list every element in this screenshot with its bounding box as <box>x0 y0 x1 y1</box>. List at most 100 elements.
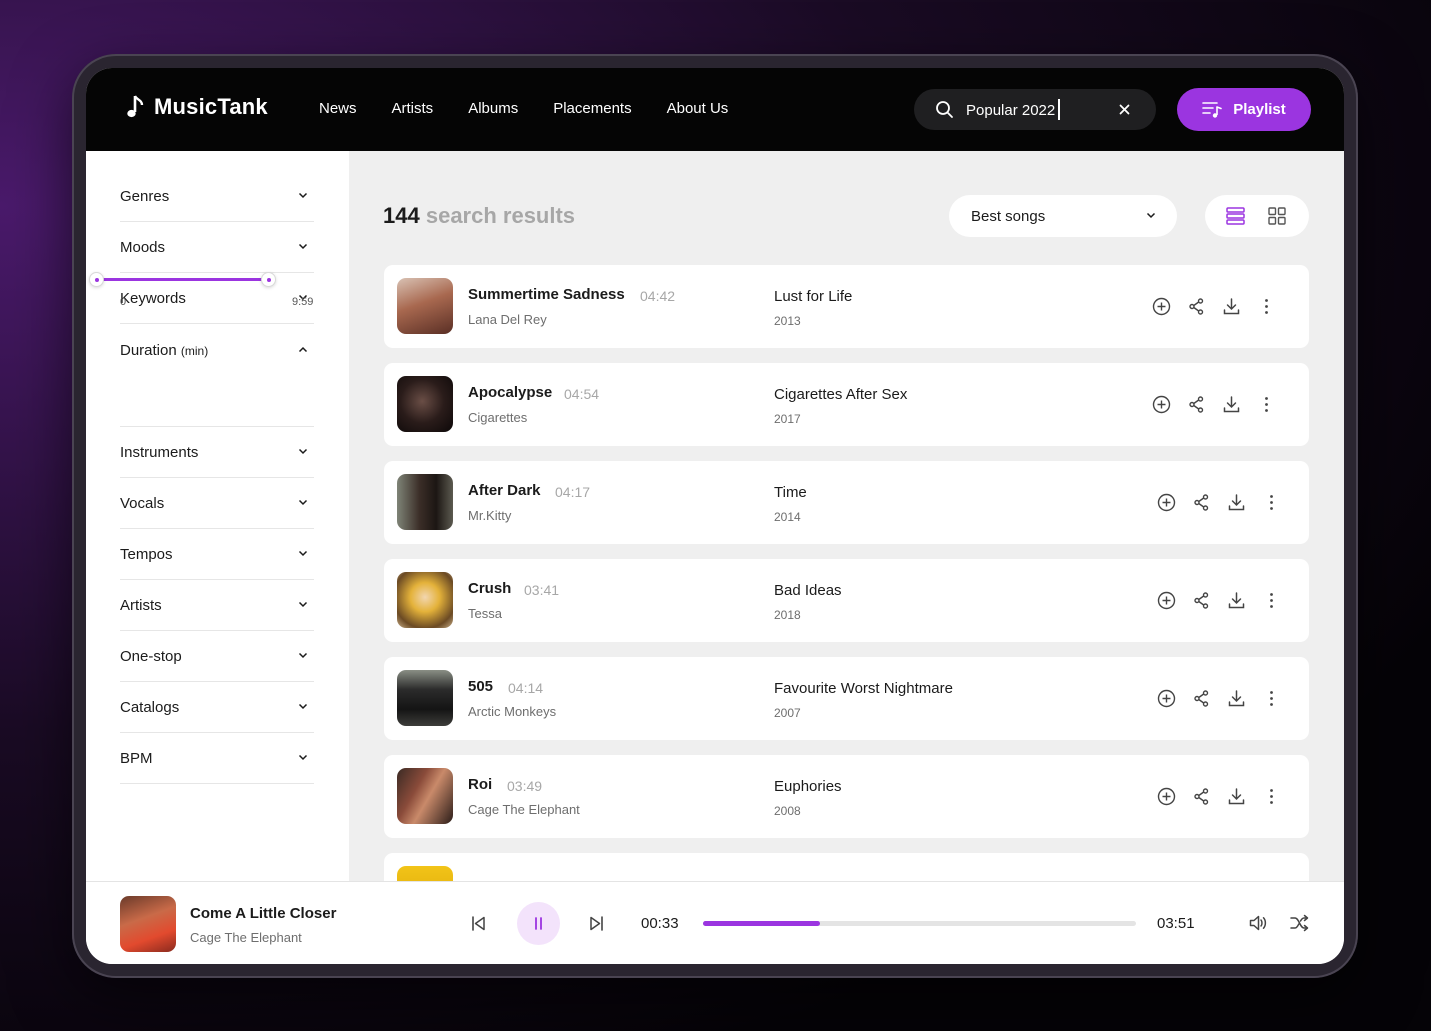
volume-icon[interactable] <box>1248 913 1268 933</box>
add-icon[interactable] <box>1157 689 1176 708</box>
share-icon[interactable] <box>1192 493 1211 512</box>
song-artist[interactable]: Cage The Elephant <box>468 802 580 817</box>
album-name[interactable]: Favourite Worst Nightmare <box>774 680 953 697</box>
filter-instruments[interactable]: Instruments <box>120 427 314 478</box>
list-view-icon[interactable] <box>1226 207 1245 225</box>
filter-one-stop[interactable]: One-stop <box>120 631 314 682</box>
share-icon[interactable] <box>1192 591 1211 610</box>
download-icon[interactable] <box>1222 297 1241 316</box>
song-artist[interactable]: Arctic Monkeys <box>468 704 556 719</box>
share-icon[interactable] <box>1187 297 1206 316</box>
filter-moods[interactable]: Moods <box>120 222 314 273</box>
top-header: MusicTank News Artists Albums Placements… <box>86 68 1344 151</box>
filter-label: Genres <box>120 187 170 205</box>
share-icon[interactable] <box>1192 787 1211 806</box>
filter-catalogs[interactable]: Catalogs <box>120 682 314 733</box>
filter-vocals[interactable]: Vocals <box>120 478 314 529</box>
brand-logo[interactable]: MusicTank <box>124 94 268 120</box>
duration-min-handle[interactable] <box>89 272 104 287</box>
filter-label: Duration (min) <box>120 342 208 359</box>
song-artist[interactable]: Cigarettes <box>468 410 527 425</box>
progress-fill <box>703 921 820 926</box>
nav-placements[interactable]: Placements <box>553 100 631 117</box>
playlist-button[interactable]: Playlist <box>1177 88 1311 131</box>
album-name[interactable]: Lust for Life <box>774 288 852 305</box>
nav-news[interactable]: News <box>319 100 357 117</box>
skip-previous-icon[interactable] <box>470 915 487 932</box>
add-icon[interactable] <box>1157 787 1176 806</box>
more-options-icon[interactable] <box>1262 787 1281 806</box>
shuffle-icon[interactable] <box>1290 914 1309 932</box>
album-name[interactable]: Time <box>774 484 807 501</box>
more-options-icon[interactable] <box>1262 591 1281 610</box>
search-icon <box>936 101 953 118</box>
chevron-down-icon <box>298 550 308 557</box>
album-cover <box>397 376 453 432</box>
album-cover <box>397 572 453 628</box>
more-options-icon[interactable] <box>1257 395 1276 414</box>
results-number: 144 <box>383 203 420 228</box>
add-icon[interactable] <box>1157 591 1176 610</box>
song-artist[interactable]: Tessa <box>468 606 502 621</box>
download-icon[interactable] <box>1227 787 1246 806</box>
share-icon[interactable] <box>1187 395 1206 414</box>
search-input[interactable] <box>966 99 1106 121</box>
song-row[interactable]: Crush 03:41 Tessa Bad Ideas 2018 <box>384 559 1309 642</box>
duration-label: Duration <box>120 342 177 359</box>
pause-button[interactable] <box>517 902 560 945</box>
album-year: 2007 <box>774 706 801 720</box>
song-title: Crush <box>468 580 512 597</box>
nav-artists[interactable]: Artists <box>392 100 434 117</box>
more-options-icon[interactable] <box>1257 297 1276 316</box>
song-row[interactable]: Apocalypse 04:54 Cigarettes Cigarettes A… <box>384 363 1309 446</box>
album-name[interactable]: Euphories <box>774 778 842 795</box>
album-year: 2008 <box>774 804 801 818</box>
share-icon[interactable] <box>1192 689 1211 708</box>
now-playing-artist[interactable]: Cage The Elephant <box>190 930 302 945</box>
chevron-down-icon <box>1146 212 1156 219</box>
chevron-down-icon <box>298 601 308 608</box>
album-name[interactable]: Cigarettes After Sex <box>774 386 907 403</box>
text-caret <box>1058 99 1060 120</box>
download-icon[interactable] <box>1227 591 1246 610</box>
download-icon[interactable] <box>1227 493 1246 512</box>
song-row[interactable]: Roi 03:49 Cage The Elephant Euphories 20… <box>384 755 1309 838</box>
more-options-icon[interactable] <box>1262 493 1281 512</box>
more-options-icon[interactable] <box>1262 689 1281 708</box>
song-title: 505 <box>468 678 494 695</box>
close-icon[interactable] <box>1117 102 1132 117</box>
playlist-icon <box>1202 101 1223 118</box>
filter-duration-header[interactable]: Duration (min) <box>120 325 314 376</box>
song-artist[interactable]: Mr.Kitty <box>468 508 511 523</box>
song-row[interactable]: Summertime Sadness 04:42 Lana Del Rey Lu… <box>384 265 1309 348</box>
search-bar <box>914 89 1156 130</box>
add-icon[interactable] <box>1152 395 1171 414</box>
grid-view-icon[interactable] <box>1268 207 1286 225</box>
filter-genres[interactable]: Genres <box>120 171 314 222</box>
filter-tempos[interactable]: Tempos <box>120 529 314 580</box>
chevron-down-icon <box>298 499 308 506</box>
filter-sidebar: Genres Moods Keywords Duration (min) 0 9… <box>86 151 349 881</box>
add-icon[interactable] <box>1152 297 1171 316</box>
filter-bpm[interactable]: BPM <box>120 733 314 784</box>
now-playing-title[interactable]: Come A Little Closer <box>190 905 336 922</box>
progress-bar[interactable] <box>703 921 1136 926</box>
sort-dropdown[interactable]: Best songs <box>949 195 1177 237</box>
nav-albums[interactable]: Albums <box>468 100 518 117</box>
song-row[interactable]: After Dark 04:17 Mr.Kitty Time 2014 <box>384 461 1309 544</box>
pause-icon <box>535 917 542 930</box>
duration-max-handle[interactable] <box>261 272 276 287</box>
nav-about-us[interactable]: About Us <box>667 100 729 117</box>
duration-slider[interactable] <box>89 272 276 287</box>
skip-next-icon[interactable] <box>588 915 605 932</box>
album-name[interactable]: Bad Ideas <box>774 582 842 599</box>
add-icon[interactable] <box>1157 493 1176 512</box>
album-year: 2018 <box>774 608 801 622</box>
download-icon[interactable] <box>1222 395 1241 414</box>
download-icon[interactable] <box>1227 689 1246 708</box>
filter-artists[interactable]: Artists <box>120 580 314 631</box>
filter-label: Catalogs <box>120 698 180 716</box>
song-artist[interactable]: Lana Del Rey <box>468 312 547 327</box>
chevron-down-icon <box>298 448 308 455</box>
song-row[interactable]: 505 04:14 Arctic Monkeys Favourite Worst… <box>384 657 1309 740</box>
